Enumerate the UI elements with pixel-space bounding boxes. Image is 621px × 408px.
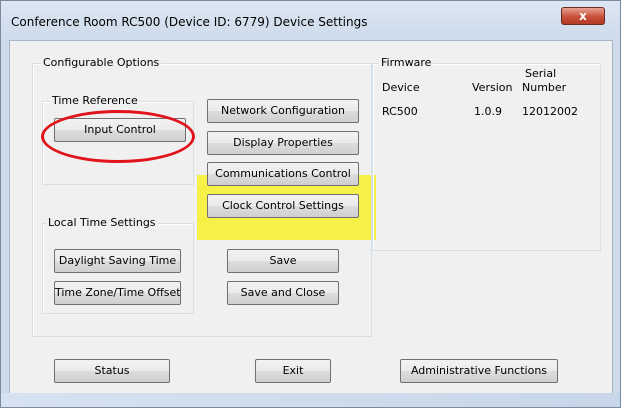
firmware-header-device: Device (382, 81, 420, 94)
time-zone-offset-button[interactable]: Time Zone/Time Offset (54, 281, 181, 305)
daylight-saving-time-button[interactable]: Daylight Saving Time (54, 249, 181, 273)
device-settings-window: Conference Room RC500 (Device ID: 6779) … (0, 0, 621, 408)
close-icon: x (579, 9, 587, 23)
communications-control-button[interactable]: Communications Control (207, 162, 359, 186)
administrative-functions-button[interactable]: Administrative Functions (400, 359, 558, 383)
firmware-header-serial-line1: Serial (525, 67, 557, 80)
dialog-client-area: Configurable Options Time Reference Inpu… (9, 40, 613, 401)
firmware-legend: Firmware (379, 56, 434, 69)
firmware-cell-device: RC500 (382, 105, 418, 118)
close-button[interactable]: x (561, 7, 605, 25)
configurable-options-legend: Configurable Options (41, 56, 162, 69)
firmware-header-serial-line2: Number (522, 81, 567, 94)
window-title: Conference Room RC500 (Device ID: 6779) … (11, 15, 368, 29)
display-properties-button[interactable]: Display Properties (207, 131, 359, 155)
save-and-close-button[interactable]: Save and Close (227, 281, 339, 305)
firmware-header-version: Version (472, 81, 513, 94)
status-button[interactable]: Status (54, 359, 170, 383)
save-button[interactable]: Save (227, 249, 339, 273)
exit-button[interactable]: Exit (255, 359, 331, 383)
firmware-cell-version: 1.0.9 (474, 105, 502, 118)
time-reference-legend: Time Reference (50, 94, 140, 107)
firmware-cell-serial: 12012002 (522, 105, 578, 118)
clock-control-settings-button[interactable]: Clock Control Settings (207, 194, 359, 218)
local-time-settings-legend: Local Time Settings (46, 216, 158, 229)
window-bottom-frame (1, 393, 620, 407)
red-circle-annotation (41, 110, 195, 163)
title-bar[interactable]: Conference Room RC500 (Device ID: 6779) … (1, 1, 621, 41)
network-configuration-button[interactable]: Network Configuration (207, 99, 359, 123)
